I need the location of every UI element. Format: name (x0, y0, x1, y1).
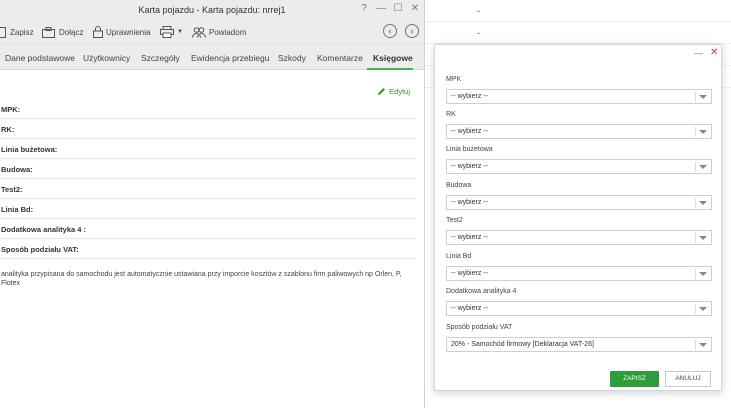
chevron-down-icon (699, 307, 707, 311)
field-row: Linia bużetowa: (0, 139, 416, 159)
extra-analytics-label: Dodatkowa analityka 4 (446, 288, 517, 295)
list-item[interactable]: - (425, 0, 731, 22)
chevron-down-icon (699, 236, 707, 240)
test2-select[interactable]: -- wybierz -- (446, 230, 712, 245)
line-bd-label: Linia Bd (446, 253, 472, 260)
forward-button[interactable]: › (405, 24, 419, 38)
list-item[interactable]: - (425, 22, 731, 44)
notify-button[interactable]: Powiadom (192, 24, 246, 40)
chevron-down-icon (699, 165, 707, 169)
minimize-icon[interactable]: — (374, 3, 388, 14)
lock-icon (93, 26, 103, 38)
tab-mileage[interactable]: Ewidencja przebiegu (191, 53, 269, 63)
permissions-button[interactable]: Uprawnienia (93, 24, 150, 40)
save-button[interactable]: ZAPISZ (610, 371, 659, 387)
vehicle-card-window: Karta pojazdu - Karta pojazdu: nrrej1 ? … (0, 0, 425, 408)
tab-bar: Dane podstawowe Użytkownicy Szczegóły Ew… (0, 44, 424, 70)
vat-split-label: Sposób podziału VAT (446, 324, 513, 331)
field-row: Budowa: (0, 159, 416, 179)
mpk-select[interactable]: -- wybierz -- (446, 89, 712, 104)
accounting-edit-dialog: — ✕ MPK -- wybierz -- RK -- wybierz -- L… (434, 44, 722, 391)
help-icon[interactable]: ? (357, 3, 371, 14)
floppy-icon (0, 26, 6, 38)
chevron-down-icon (699, 272, 707, 276)
construction-label: Budowa (446, 182, 472, 189)
field-row: Linia Bd: (0, 199, 416, 219)
users-icon (192, 26, 206, 38)
attach-icon (42, 26, 55, 38)
print-button[interactable]: ▼ (160, 24, 183, 40)
accounting-fields: MPK: RK: Linia bużetowa: Budowa: Test2: … (0, 99, 416, 259)
rk-label: RK (446, 111, 456, 118)
edit-link[interactable]: Edytuj (377, 87, 410, 96)
tab-damages[interactable]: Szkody (278, 53, 306, 63)
close-icon[interactable]: ✕ (710, 47, 718, 58)
extra-analytics-select[interactable]: -- wybierz -- (446, 301, 712, 316)
attach-button[interactable]: Dołącz (42, 24, 83, 40)
chevron-down-icon (699, 130, 707, 134)
rk-select[interactable]: -- wybierz -- (446, 124, 712, 139)
close-icon[interactable]: ✕ (408, 3, 422, 14)
vat-split-select[interactable]: 20% - Samochód firmowy [Deklaracja VAT-2… (446, 337, 712, 352)
window-titlebar: Karta pojazdu - Karta pojazdu: nrrej1 ? … (0, 0, 424, 20)
field-row: Dodatkowa analityka 4 : (0, 219, 416, 239)
cancel-button[interactable]: ANULUJ (665, 371, 711, 387)
toolbar: Zapisz Dołącz Uprawnienia ▼ Powiadom ‹ › (0, 20, 424, 44)
budget-line-label: Linia bużetowa (446, 146, 493, 153)
test2-label: Test2 (446, 217, 463, 224)
mpk-label: MPK (446, 76, 462, 83)
construction-select[interactable]: -- wybierz -- (446, 195, 712, 210)
line-bd-select[interactable]: -- wybierz -- (446, 266, 712, 281)
minimize-icon[interactable]: — (694, 48, 703, 58)
tab-comments[interactable]: Komentarze (317, 53, 363, 63)
tab-users[interactable]: Użytkownicy (83, 53, 130, 63)
chevron-down-icon (699, 343, 707, 347)
tab-basic-data[interactable]: Dane podstawowe (5, 53, 75, 63)
tab-accounting[interactable]: Księgowe (373, 53, 413, 63)
chevron-down-icon (699, 201, 707, 205)
active-tab-indicator (367, 68, 413, 70)
field-row: RK: (0, 119, 416, 139)
field-row: Test2: (0, 179, 416, 199)
back-button[interactable]: ‹ (383, 24, 397, 38)
maximize-icon[interactable]: ☐ (391, 3, 405, 14)
chevron-down-icon (699, 95, 707, 99)
field-row: MPK: (0, 99, 416, 119)
field-row: Sposób podziału VAT: (0, 239, 416, 259)
budget-line-select[interactable]: -- wybierz -- (446, 159, 712, 174)
printer-icon (160, 26, 174, 38)
pencil-icon (378, 88, 386, 95)
info-note: analityka przypisana do samochodu jest a… (1, 271, 402, 287)
save-button[interactable]: Zapisz (0, 24, 34, 40)
tab-details[interactable]: Szczegóły (141, 53, 180, 63)
chevron-down-icon: ▼ (177, 29, 183, 35)
